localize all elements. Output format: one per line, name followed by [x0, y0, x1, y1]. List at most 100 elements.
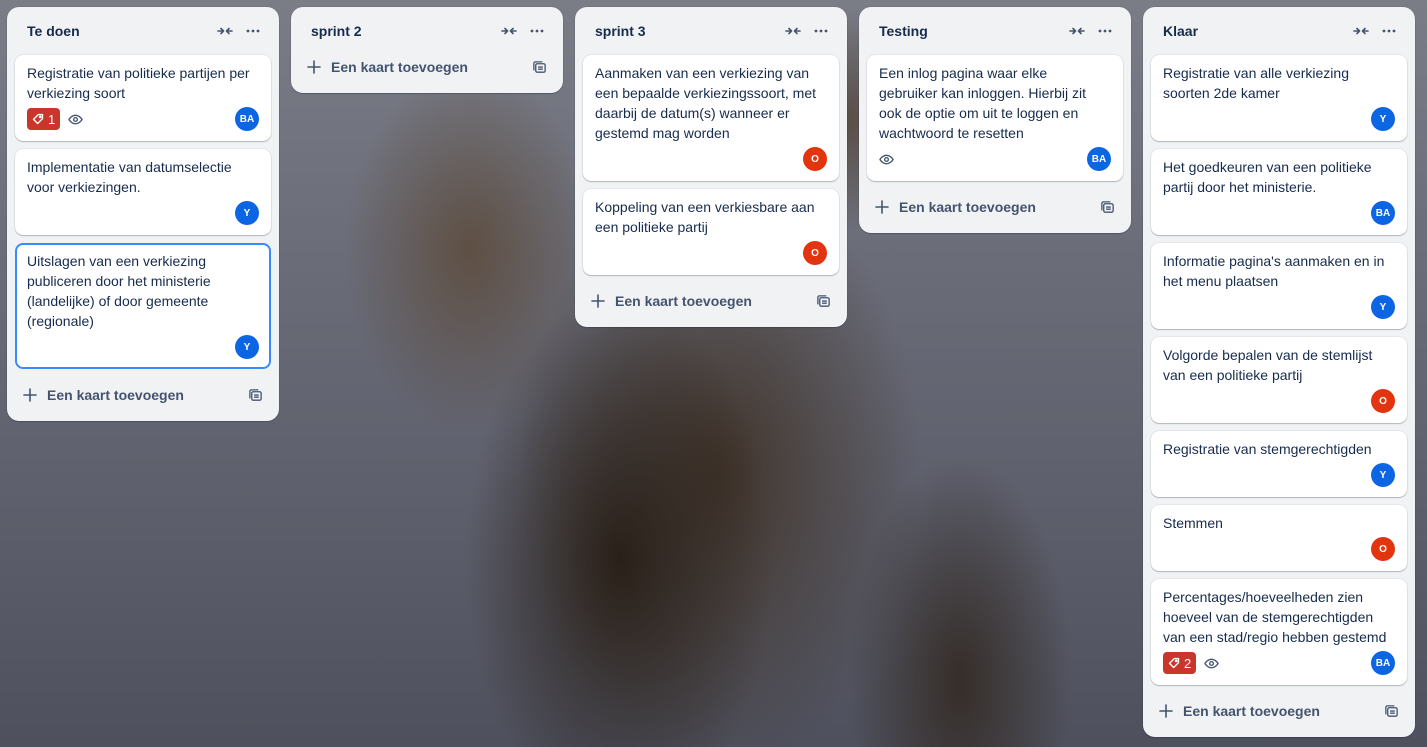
list-header: Te doen: [15, 7, 271, 55]
card-footer: O: [1163, 535, 1395, 563]
list-0: Te doen Registratie van politieke partije…: [7, 7, 279, 421]
collapse-icon[interactable]: [1063, 17, 1091, 45]
card[interactable]: Implementatie van datumselectie voor ver…: [15, 149, 271, 235]
list-header: sprint 3: [583, 7, 839, 55]
avatar[interactable]: Y: [235, 335, 259, 359]
list-header: Klaar: [1151, 7, 1407, 55]
card-template-icon[interactable]: [1100, 200, 1115, 215]
priority-label-badge: 2: [1163, 652, 1197, 674]
card-badges: [879, 152, 1087, 167]
card-title: Volgorde bepalen van de stemlijst van ee…: [1163, 347, 1373, 383]
add-card-label: Een kaart toevoegen: [47, 387, 184, 403]
add-card-button[interactable]: Een kaart toevoegen: [299, 49, 555, 85]
card-title: Een inlog pagina waar elke gebruiker kan…: [879, 65, 1086, 141]
card-footer: Y: [1163, 461, 1395, 489]
card-footer: BA: [879, 145, 1111, 173]
list-header: sprint 2: [299, 7, 555, 55]
add-card-button[interactable]: Een kaart toevoegen: [583, 283, 839, 319]
add-card-label: Een kaart toevoegen: [899, 199, 1036, 215]
card-title: Aanmaken van een verkiezing van een bepa…: [595, 65, 817, 141]
avatar[interactable]: BA: [1087, 147, 1111, 171]
avatar[interactable]: BA: [1371, 201, 1395, 225]
card-template-icon[interactable]: [248, 388, 263, 403]
collapse-icon[interactable]: [211, 17, 239, 45]
card[interactable]: Registratie van stemgerechtigden Y: [1151, 431, 1407, 497]
card[interactable]: Stemmen O: [1151, 505, 1407, 571]
plus-icon: [307, 60, 331, 74]
avatar[interactable]: O: [803, 241, 827, 265]
collapse-icon[interactable]: [495, 17, 523, 45]
collapse-icon[interactable]: [779, 17, 807, 45]
more-options-icon[interactable]: [523, 17, 551, 45]
add-card-label: Een kaart toevoegen: [331, 59, 468, 75]
more-options-icon[interactable]: [1375, 17, 1403, 45]
card-footer: Y: [27, 333, 259, 361]
card[interactable]: Informatie pagina's aanmaken en in het m…: [1151, 243, 1407, 329]
card-footer: O: [1163, 387, 1395, 415]
avatar[interactable]: BA: [235, 107, 259, 131]
card[interactable]: Registratie van politieke partijen per v…: [15, 55, 271, 141]
label-count: 2: [1184, 655, 1192, 671]
list-2: sprint 3 Aanmaken van een verkiezing van …: [575, 7, 847, 327]
list-title[interactable]: Te doen: [27, 23, 211, 39]
collapse-icon[interactable]: [1347, 17, 1375, 45]
more-options-icon[interactable]: [239, 17, 267, 45]
card-footer: Y: [27, 199, 259, 227]
card[interactable]: Het goedkeuren van een politieke partij …: [1151, 149, 1407, 235]
more-options-icon[interactable]: [1091, 17, 1119, 45]
card[interactable]: Aanmaken van een verkiezing van een bepa…: [583, 55, 839, 181]
plus-icon: [23, 388, 47, 402]
eye-icon: [68, 112, 84, 127]
avatar[interactable]: Y: [1371, 295, 1395, 319]
card-title: Informatie pagina's aanmaken en in het m…: [1163, 253, 1385, 289]
card-title: Registratie van alle verkiezing soorten …: [1163, 65, 1349, 101]
plus-icon: [875, 200, 899, 214]
card-title: Implementatie van datumselectie voor ver…: [27, 159, 232, 195]
avatar[interactable]: Y: [1371, 463, 1395, 487]
add-card-button[interactable]: Een kaart toevoegen: [15, 377, 271, 413]
list-4: Klaar Registratie van alle verkiezing soo…: [1143, 7, 1415, 737]
list-title[interactable]: sprint 2: [311, 23, 495, 39]
add-card-button[interactable]: Een kaart toevoegen: [1151, 693, 1407, 729]
card-footer: 1 BA: [27, 105, 259, 133]
card[interactable]: Een inlog pagina waar elke gebruiker kan…: [867, 55, 1123, 181]
list-title[interactable]: sprint 3: [595, 23, 779, 39]
add-card-button[interactable]: Een kaart toevoegen: [867, 189, 1123, 225]
card[interactable]: Percentages/hoeveelheden zien hoeveel va…: [1151, 579, 1407, 685]
plus-icon: [1159, 704, 1183, 718]
card-footer: O: [595, 239, 827, 267]
more-options-icon[interactable]: [807, 17, 835, 45]
card[interactable]: Volgorde bepalen van de stemlijst van ee…: [1151, 337, 1407, 423]
card-title: Koppeling van een verkiesbare aan een po…: [595, 199, 815, 235]
card-title: Percentages/hoeveelheden zien hoeveel va…: [1163, 589, 1387, 645]
avatar[interactable]: O: [1371, 537, 1395, 561]
avatar[interactable]: Y: [235, 201, 259, 225]
avatar[interactable]: O: [803, 147, 827, 171]
card-template-icon[interactable]: [816, 294, 831, 309]
avatar[interactable]: Y: [1371, 107, 1395, 131]
card[interactable]: Registratie van alle verkiezing soorten …: [1151, 55, 1407, 141]
card-footer: Y: [1163, 105, 1395, 133]
card-template-icon[interactable]: [532, 60, 547, 75]
avatar[interactable]: BA: [1371, 651, 1395, 675]
list-title[interactable]: Klaar: [1163, 23, 1347, 39]
avatar[interactable]: O: [1371, 389, 1395, 413]
label-count: 1: [48, 111, 56, 127]
card[interactable]: Uitslagen van een verkiezing publiceren …: [15, 243, 271, 369]
eye-icon: [879, 152, 894, 167]
tag-icon: [1168, 657, 1180, 669]
card-template-icon[interactable]: [1384, 704, 1399, 719]
card-footer: BA: [1163, 199, 1395, 227]
list-3: Testing Een inlog pagina waar elke gebrui…: [859, 7, 1131, 233]
card-title: Uitslagen van een verkiezing publiceren …: [27, 253, 211, 329]
add-card-label: Een kaart toevoegen: [615, 293, 752, 309]
card-badges: 2: [1163, 652, 1371, 674]
list-header: Testing: [867, 7, 1123, 55]
card[interactable]: Koppeling van een verkiesbare aan een po…: [583, 189, 839, 275]
card-badges: 1: [27, 108, 235, 130]
card-footer: O: [595, 145, 827, 173]
list-title[interactable]: Testing: [879, 23, 1063, 39]
tag-icon: [32, 113, 44, 125]
card-footer: Y: [1163, 293, 1395, 321]
card-title: Stemmen: [1163, 515, 1223, 531]
